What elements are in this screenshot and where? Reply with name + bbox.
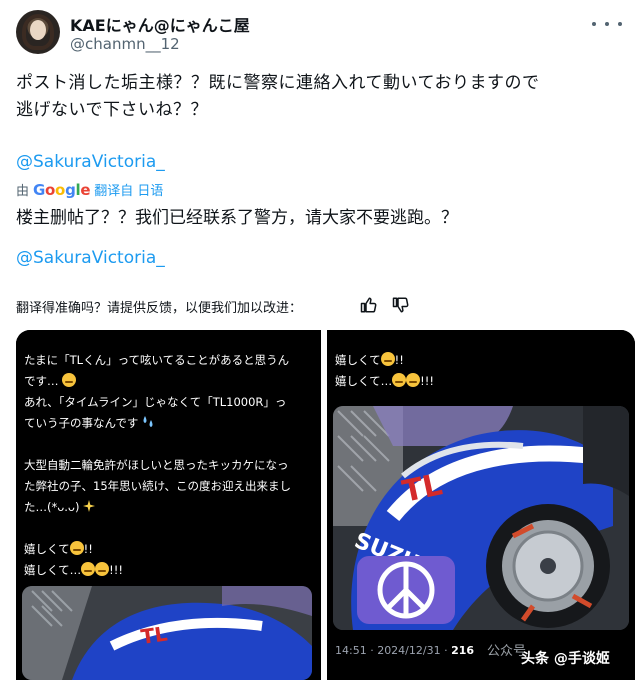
more-options-icon[interactable] (592, 14, 622, 34)
crying-emoji-icon (81, 562, 96, 576)
media-image-left[interactable]: たまに「TLくん」って呟いてることがあると思うん です… あれ、「タイムライン」… (16, 330, 321, 680)
post-meta: 14:51 · 2024/12/31 · 216 (335, 644, 475, 657)
sweat-drops-icon (143, 416, 153, 427)
author-display-name[interactable]: KAEにゃん@にゃんこ屋 (70, 12, 250, 36)
svg-text:TL: TL (139, 621, 169, 648)
author-handle[interactable]: @chanmn__12 (70, 35, 180, 53)
thumbs-down-icon[interactable] (392, 296, 410, 314)
crying-emoji-icon (406, 373, 421, 387)
mention-link[interactable]: @SakuraVictoria_ (16, 152, 165, 172)
translation-attribution: 由 Google 翻译自 日语 (16, 180, 163, 200)
screenshot-text-right: 嬉しくて!! 嬉しくて…!!! (335, 352, 434, 388)
translated-text: 楼主删帖了？？我们已经联系了警方，请大家不要逃跑。？ (16, 208, 458, 228)
motorcycle-photo-right: TL SUZUKI (333, 406, 629, 630)
media-grid[interactable]: たまに「TLくん」って呟いてることがあると思うん です… あれ、「タイムライン」… (16, 330, 635, 680)
watermark-toutiao: 头条 @手谈姬 (521, 651, 610, 667)
post-text-line-1: ポスト消した垢主様？？既に警察に連絡入れて動いておりますので (16, 73, 540, 93)
motorcycle-photo-left: TL (22, 586, 312, 680)
crying-emoji-icon (380, 352, 395, 366)
translated-from-link[interactable]: 翻译自 日语 (94, 180, 163, 199)
translated-mention-link[interactable]: @SakuraVictoria_ (16, 248, 165, 268)
crying-emoji-icon (392, 373, 407, 387)
thumbs-up-icon[interactable] (360, 296, 378, 314)
translated-by-label: 由 (16, 184, 30, 199)
crying-emoji-icon (95, 562, 110, 576)
crying-emoji-icon (62, 373, 77, 387)
post-text-line-2: 逃げないで下さいね？？ (16, 100, 208, 120)
sparkles-icon (83, 500, 96, 512)
crying-emoji-icon (69, 541, 84, 555)
translation-feedback-prompt: 翻译得准确吗？请提供反馈，以便我们加以改进： (16, 301, 303, 316)
google-logo: Google (33, 180, 91, 199)
post-text: ポスト消した垢主様？？既に警察に連絡入れて動いておりますので 逃げないで下さいね… (16, 70, 616, 124)
screenshot-text-left: たまに「TLくん」って呟いてることがあると思うん です… あれ、「タイムライン」… (24, 353, 292, 577)
media-image-right[interactable]: 嬉しくて!! 嬉しくて…!!! TL SUZUKI 14:51 · 2024/1… (327, 330, 635, 680)
avatar[interactable] (16, 10, 60, 54)
